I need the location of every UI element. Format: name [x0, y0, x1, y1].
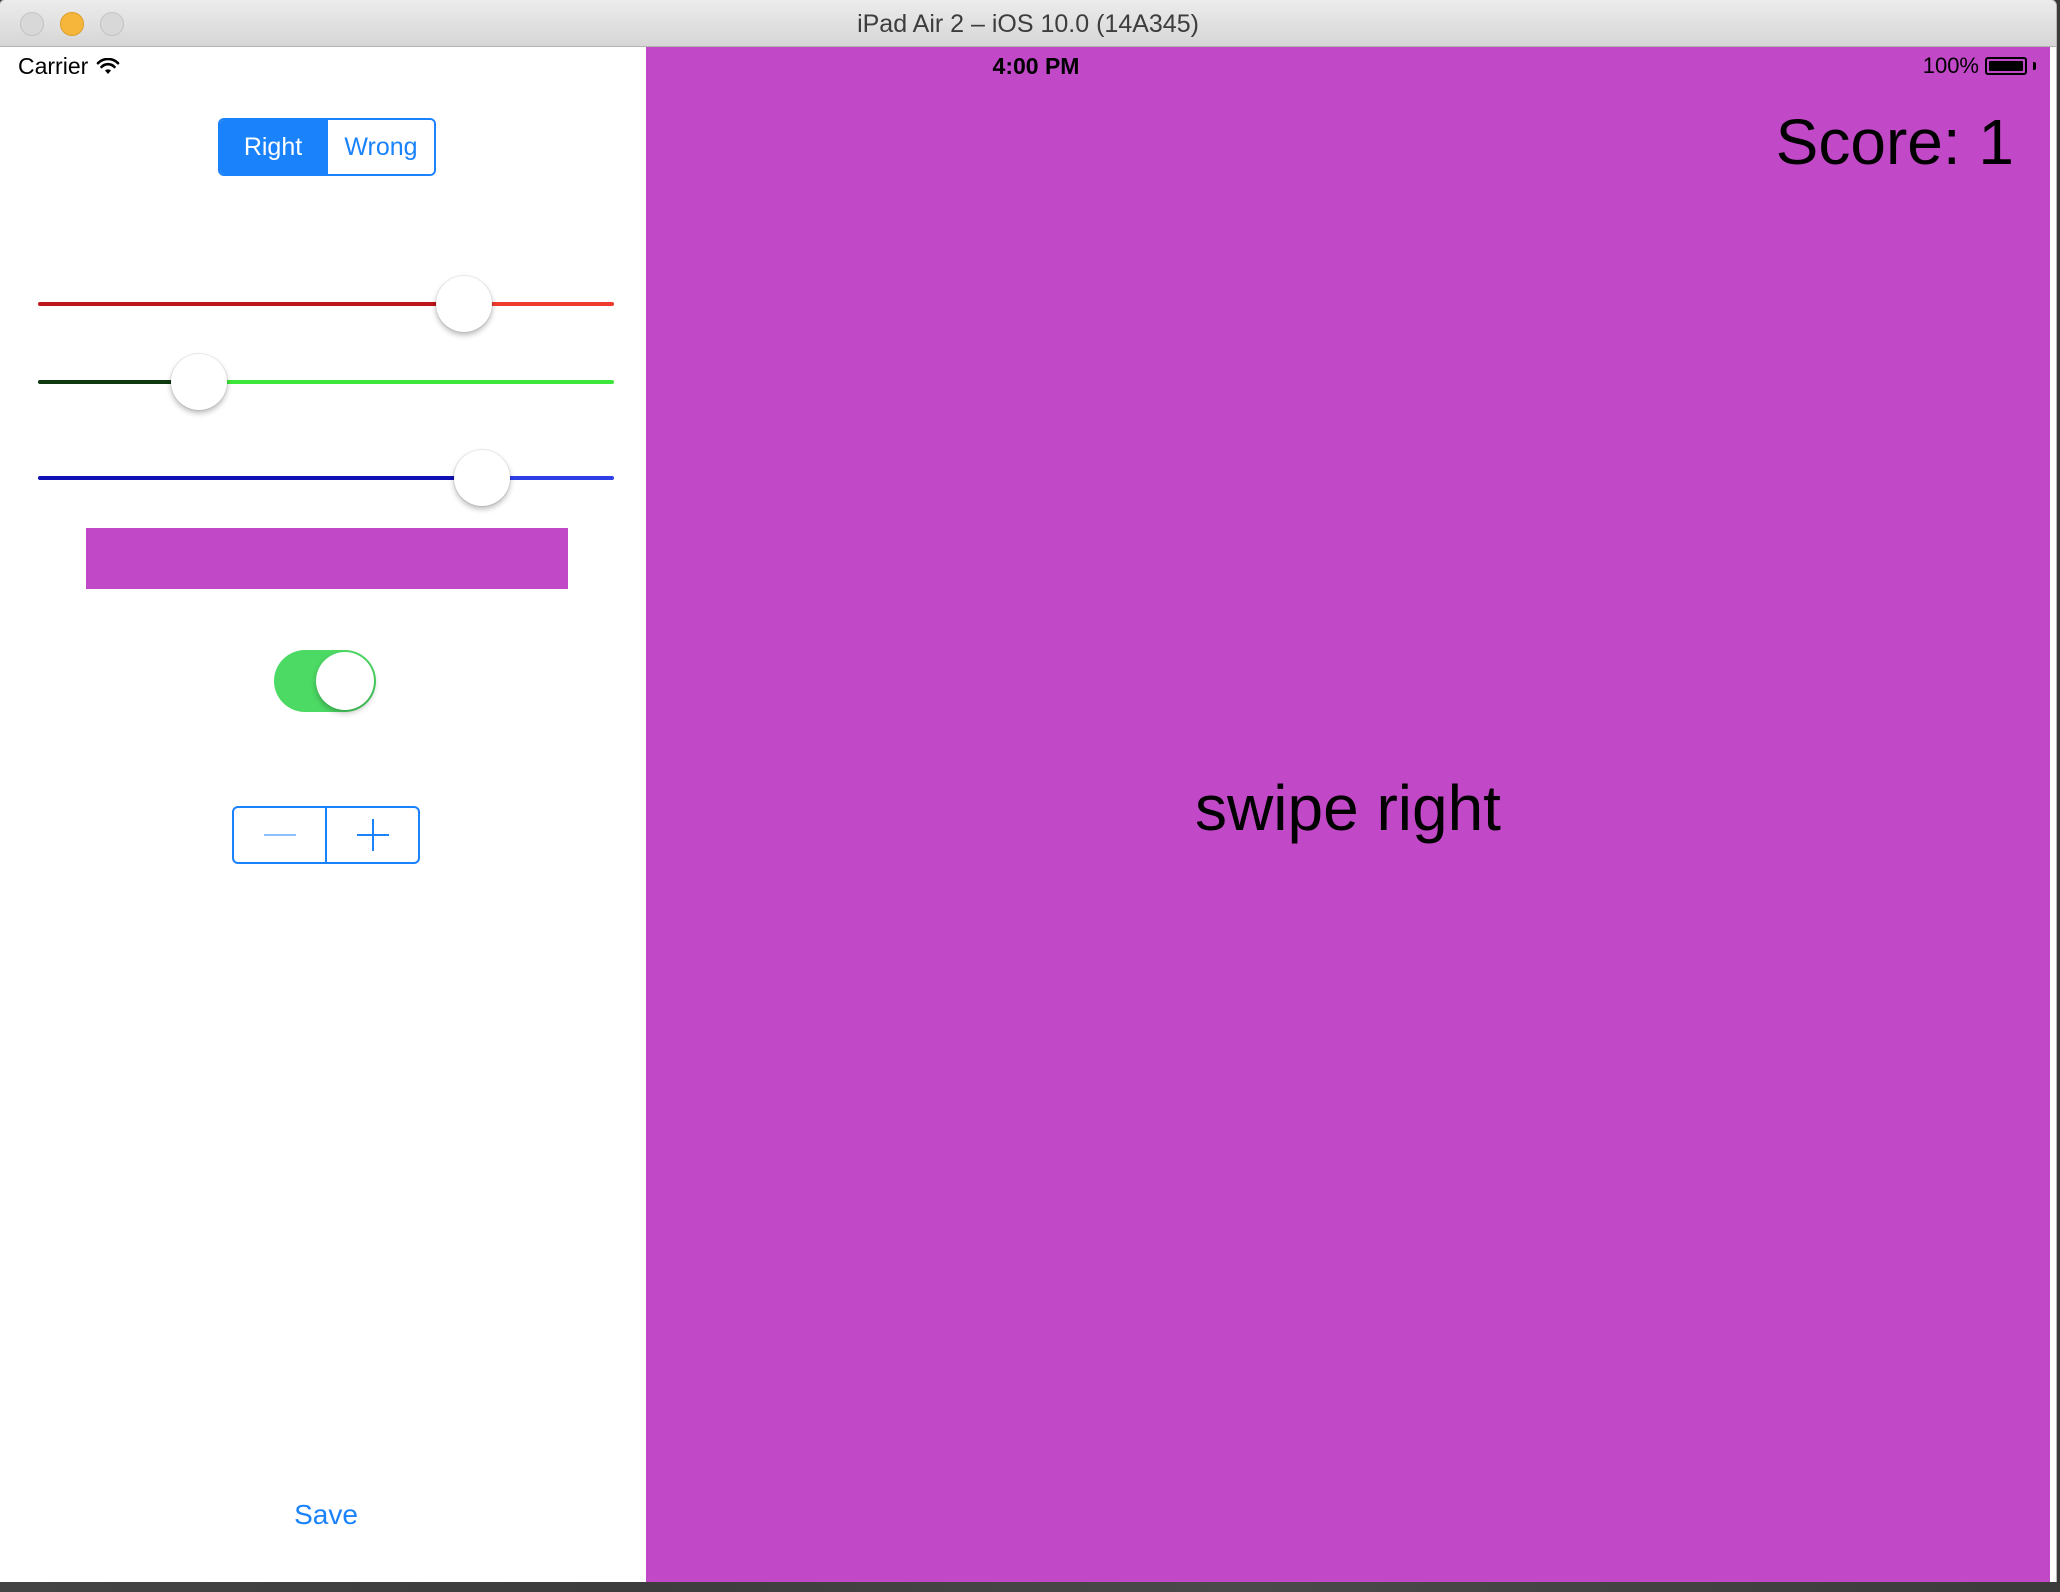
segment-right[interactable]: Right: [220, 120, 326, 174]
stepper[interactable]: [232, 806, 420, 864]
green-slider[interactable]: [38, 352, 614, 412]
save-button[interactable]: Save: [226, 1493, 426, 1537]
stepper-increment-button[interactable]: [325, 808, 418, 862]
answer-segmented-control[interactable]: Right Wrong: [218, 118, 436, 176]
status-time: 4:00 PM: [992, 53, 1080, 79]
wifi-icon: [96, 57, 120, 74]
simulator-window: iPad Air 2 – iOS 10.0 (14A345) Right Wro…: [0, 0, 2056, 1582]
blue-slider-thumb[interactable]: [454, 450, 510, 506]
stepper-decrement-button[interactable]: [234, 808, 325, 862]
swipe-prompt-label: swipe right: [1195, 772, 1501, 844]
desktop-background: [0, 1582, 2060, 1592]
blue-slider-min-track: [38, 476, 482, 480]
battery-level: [1989, 61, 2023, 71]
window-title: iPad Air 2 – iOS 10.0 (14A345): [857, 10, 1199, 38]
toggle-switch[interactable]: [274, 650, 376, 712]
battery-tip-icon: [2033, 62, 2036, 70]
status-carrier: Carrier: [18, 53, 120, 80]
green-slider-max-track: [199, 380, 614, 384]
blue-slider[interactable]: [38, 448, 614, 508]
green-slider-thumb[interactable]: [171, 354, 227, 410]
color-preview-swatch: [86, 528, 568, 589]
plus-icon: [356, 819, 389, 851]
red-slider-min-track: [38, 302, 464, 306]
score-label: Score: 1: [1775, 106, 2014, 178]
carrier-label: Carrier: [18, 53, 89, 79]
minus-icon: [263, 834, 296, 836]
battery-percentage: 100%: [1922, 53, 1979, 78]
status-battery: 100%: [1923, 53, 2036, 79]
toggle-switch-knob: [316, 652, 374, 710]
segment-wrong[interactable]: Wrong: [326, 120, 434, 174]
red-slider[interactable]: [38, 274, 614, 334]
swipe-game-area[interactable]: Score: 1 swipe right: [646, 47, 2050, 1582]
controls-panel: Right Wrong Save: [6, 47, 646, 1582]
device-screen: Right Wrong Save Score: 1 swipe right Ca…: [6, 47, 2050, 1582]
red-slider-thumb[interactable]: [436, 276, 492, 332]
window-titlebar: iPad Air 2 – iOS 10.0 (14A345): [0, 0, 2056, 47]
battery-icon: [1985, 57, 2027, 75]
